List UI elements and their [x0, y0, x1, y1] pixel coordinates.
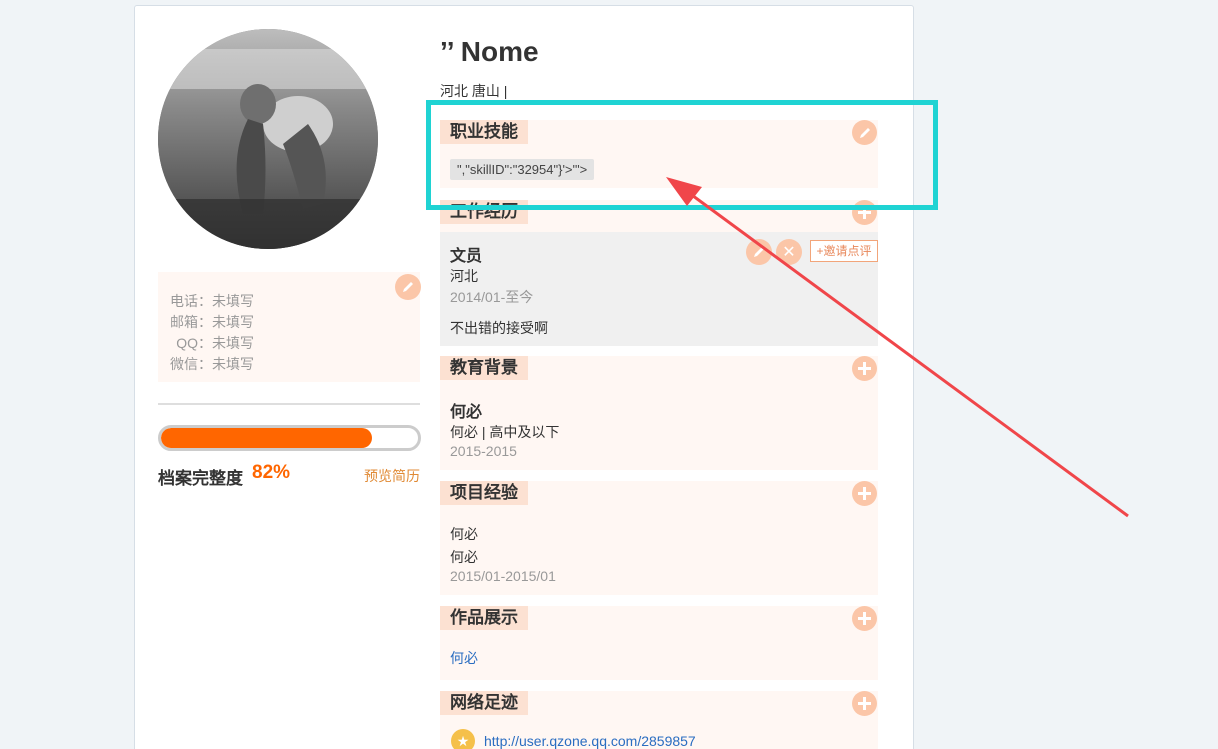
annotation-arrow [666, 177, 1129, 518]
